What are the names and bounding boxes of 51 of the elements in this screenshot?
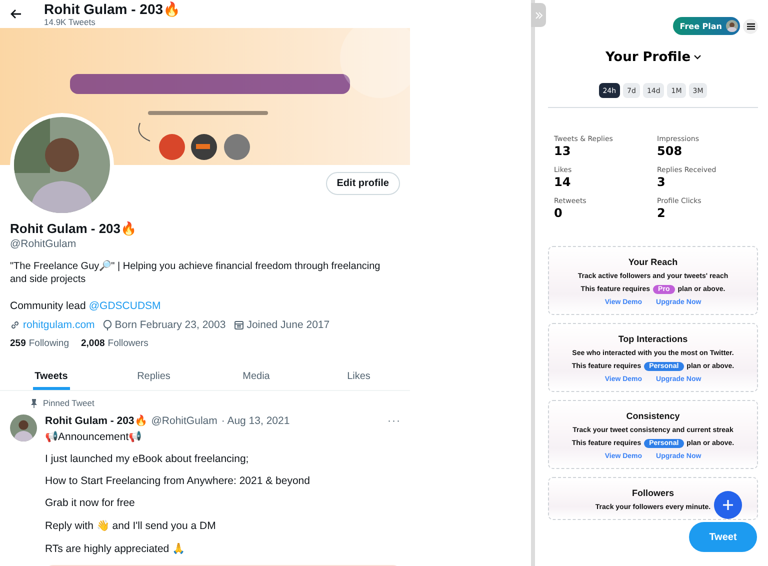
menu-icon — [746, 22, 754, 30]
tweet-text: RTs are highly appreciated 🙏 — [45, 542, 186, 555]
follow-count: 2,008 — [81, 338, 105, 349]
stat-value: 13 — [554, 144, 572, 158]
profile-tab[interactable]: Replies — [135, 363, 172, 390]
menu-button[interactable] — [743, 18, 758, 34]
profile-tab[interactable]: Media — [240, 363, 272, 390]
back-arrow-icon[interactable] — [10, 9, 22, 19]
card-title: Consistency — [626, 411, 680, 421]
join-date: Joined June 2017 — [246, 319, 330, 331]
follow-label[interactable]: Following — [28, 338, 69, 349]
tweet-date: · Aug 13, 2021 — [221, 414, 290, 426]
profile-bio: "The Freelance Guy🔎" | Helping you achieve financial freedom through freelancing and side projects — [10, 260, 382, 286]
tweet-handle: @RohitGulam — [151, 414, 218, 426]
tweet-text: I just launched my eBook about freelancing; — [45, 453, 250, 465]
pinned-label: Pinned Tweet — [43, 398, 94, 408]
stat-value: 508 — [657, 144, 684, 158]
tweet-count: 14.9K Tweets — [44, 17, 96, 27]
plan-badge[interactable]: Free Plan — [672, 17, 740, 35]
balloon-icon — [102, 320, 112, 330]
birth-date: Born February 23, 2003 — [114, 319, 226, 331]
calendar-icon — [234, 320, 244, 330]
more-button[interactable]: ··· — [388, 414, 401, 426]
tweet-text: 📢Announcement📢 — [45, 430, 143, 443]
tweet-author: Rohit Gulam - 203🔥 — [45, 414, 148, 427]
tweet-text: How to Start Freelancing from Anywhere: 2021 & beyond — [45, 475, 311, 487]
card-title: Your Reach — [628, 257, 678, 267]
follow-label[interactable]: Followers — [108, 338, 148, 349]
follow-count: 259 — [10, 338, 26, 349]
profile-name: Rohit Gulam - 203🔥 — [10, 221, 138, 236]
stat-value: 3 — [657, 175, 666, 189]
panel-title[interactable]: Your Profile — [605, 50, 691, 65]
profile-handle: @RohitGulam — [10, 238, 78, 250]
card-title: Top Interactions — [618, 334, 688, 344]
card-title: Followers — [632, 488, 674, 498]
bio-text: Community lead — [10, 300, 86, 312]
profile-tab[interactable]: Likes — [345, 363, 372, 390]
pin-icon — [30, 398, 38, 408]
tweet-text: Reply with 👋 and I'll send you a DM — [45, 519, 217, 532]
plan-label: Free Plan — [680, 22, 722, 30]
chevron-down-icon[interactable] — [694, 55, 701, 60]
double-chevron-icon — [534, 12, 542, 18]
profile-tab[interactable]: Tweets — [32, 363, 70, 390]
stat-value: 0 — [554, 206, 564, 220]
edit-profile-button[interactable]: Edit profile — [326, 172, 400, 195]
stat-value: 14 — [554, 175, 572, 189]
profile-name: Rohit Gulam - 203🔥 — [44, 1, 180, 17]
stat-value: 2 — [657, 206, 666, 220]
plus-icon — [723, 500, 733, 510]
tweet-text: Grab it now for free — [45, 497, 136, 509]
link-icon — [10, 320, 20, 330]
